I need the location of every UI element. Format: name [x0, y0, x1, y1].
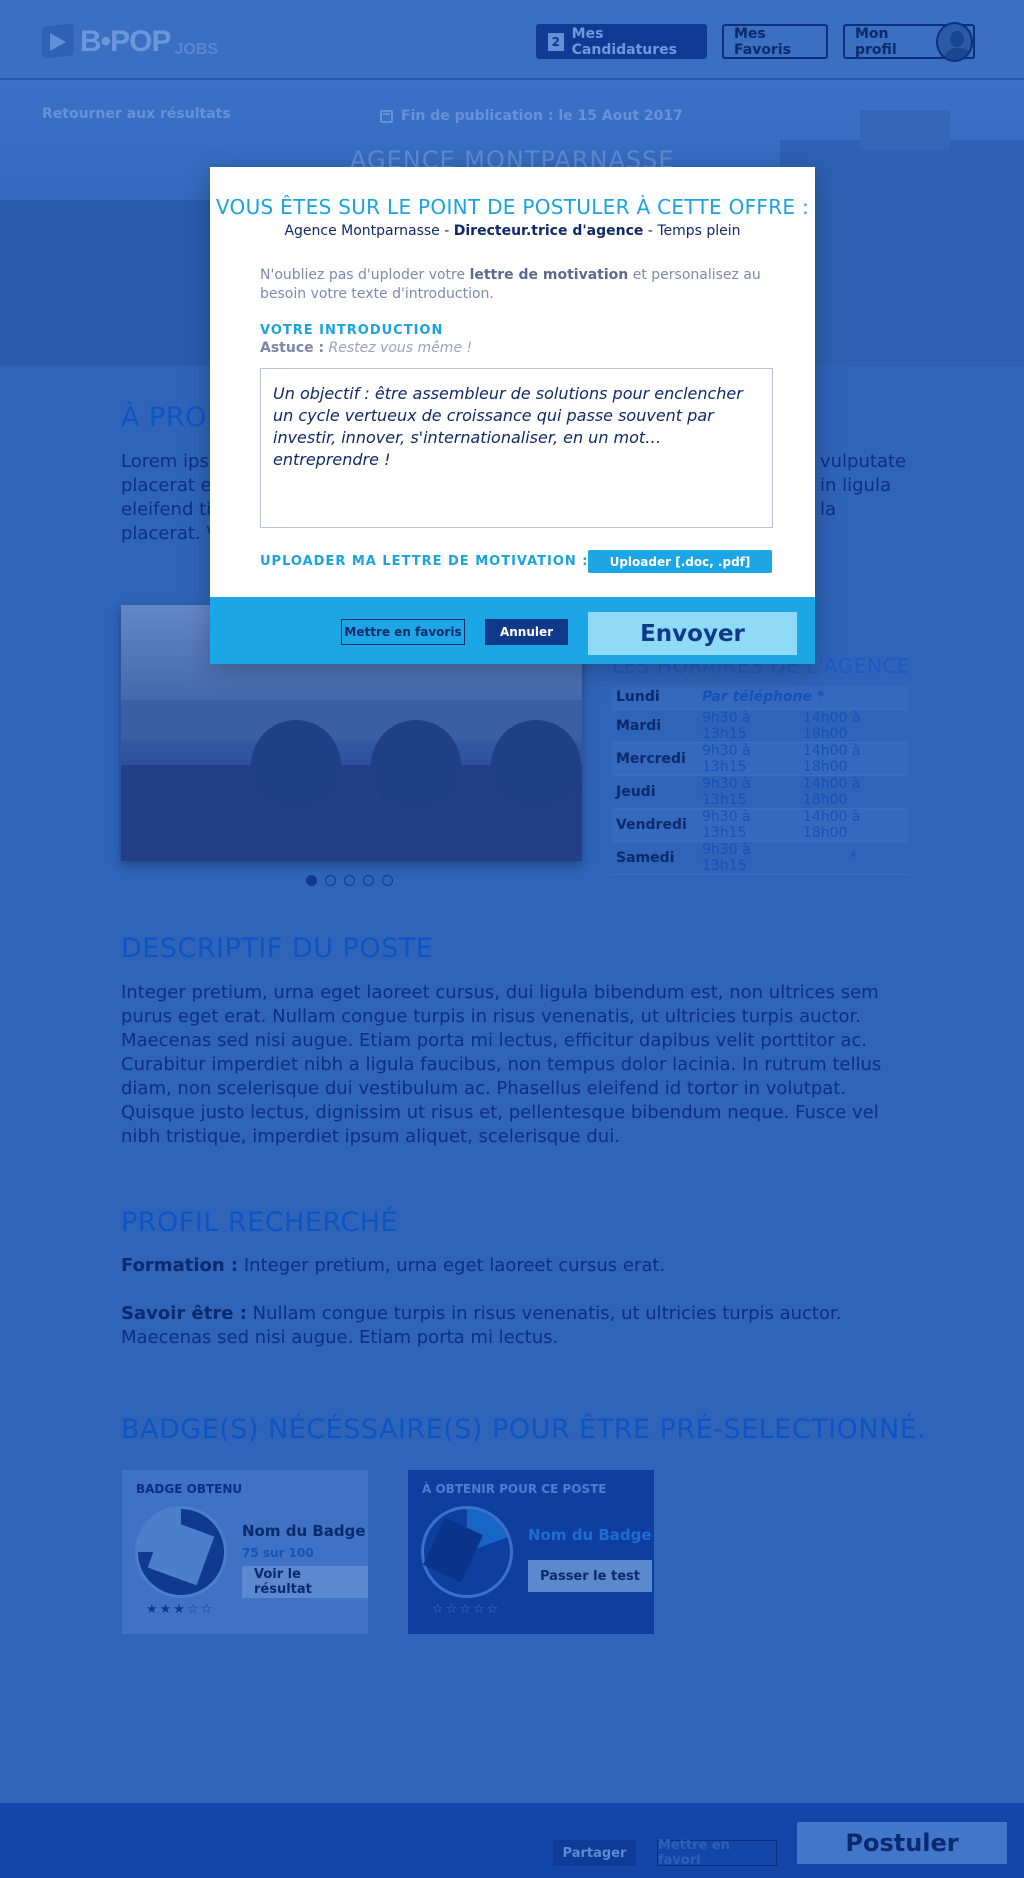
modal-favorite-button[interactable]: Mettre en favoris	[341, 619, 465, 645]
hours-pm: *	[798, 841, 908, 875]
hours-day: Vendredi	[612, 808, 698, 842]
about-text-right: vulputate in ligula la	[820, 451, 907, 520]
carousel-dot[interactable]	[306, 875, 317, 886]
modal-send-button[interactable]: Envoyer	[588, 612, 797, 655]
description-title: DESCRIPTIF DU POSTE	[121, 933, 434, 964]
profil-label: Mon profil	[855, 25, 897, 58]
hours-pm: 14h00 à 18h00	[798, 775, 908, 809]
modal-title: VOUS ÊTES SUR LE POINT DE POSTULER À CET…	[215, 195, 810, 219]
savoir-line: Savoir être : Nullam congue turpis in ri…	[121, 1302, 901, 1350]
offer-separator: -	[439, 223, 454, 239]
table-row: Vendredi 9h30 à 13h15 14h00 à 18h00	[612, 808, 908, 842]
badge-obtained-card: BADGE OBTENU ★★★☆☆ Nom du Badge 75 sur 1…	[122, 1470, 368, 1634]
hours-am: 9h30 à 13h15	[698, 775, 799, 809]
hours-am: 9h30 à 13h15	[698, 709, 799, 743]
candidatures-count-badge: 2	[548, 32, 564, 51]
logo-text: B•POP	[80, 25, 172, 58]
hours-pm: 14h00 à 18h00	[798, 742, 908, 776]
table-row: Jeudi 9h30 à 13h15 14h00 à 18h00	[612, 775, 908, 809]
intro-tip: Astuce : Restez vous même !	[260, 340, 472, 356]
hours-day: Lundi	[612, 686, 698, 710]
offer-separator: -	[643, 223, 658, 239]
description-text: Integer pretium, urna eget laoreet cursu…	[121, 982, 882, 1147]
profile-title: PROFIL RECHERCHÉ	[121, 1207, 399, 1238]
bpop-logo[interactable]: B•POP JOBS	[38, 20, 218, 64]
table-row: Mercredi 9h30 à 13h15 14h00 à 18h00	[612, 742, 908, 776]
hours-day: Mardi	[612, 709, 698, 743]
hours-table: Lundi Par téléphone * Mardi 9h30 à 13h15…	[612, 686, 908, 875]
rating-stars: ☆☆☆☆☆	[432, 1602, 501, 1617]
intro-textarea[interactable]: Un objectif : être assembleur de solutio…	[260, 368, 773, 528]
site-header: B•POP JOBS 2 Mes Candidatures Mes Favori…	[0, 0, 1024, 80]
offer-contract: Temps plein	[657, 223, 741, 239]
carousel-dot[interactable]	[363, 875, 374, 886]
note-before: N'oubliez pas d'uploder votre	[260, 267, 470, 283]
view-result-button[interactable]: Voir le résultat	[242, 1566, 368, 1598]
avatar	[936, 21, 973, 62]
badge-chart-icon	[421, 1506, 513, 1598]
logo-mark-icon	[38, 21, 78, 63]
note-bold: lettre de motivation	[469, 267, 629, 283]
hours-day: Mercredi	[612, 742, 698, 776]
carousel-dot[interactable]	[382, 875, 393, 886]
table-row: Mardi 9h30 à 13h15 14h00 à 18h00	[612, 709, 908, 743]
hours-am: 9h30 à 13h15	[698, 841, 799, 875]
modal-offer-summary: Agence Montparnasse - Directeur.trice d'…	[210, 223, 815, 239]
badge-name: Nom du Badge	[528, 1526, 652, 1544]
formation-label: Formation :	[121, 1255, 239, 1276]
badge-to-obtain-label: À OBTENIR POUR CE POSTE	[422, 1482, 607, 1496]
mon-profil-button[interactable]: Mon profil	[843, 21, 975, 62]
hours-day: Jeudi	[612, 775, 698, 809]
hours-pm: 14h00 à 18h00	[798, 709, 908, 743]
badge-to-obtain-card: À OBTENIR POUR CE POSTE ☆☆☆☆☆ Nom du Bad…	[408, 1470, 654, 1634]
apply-modal: VOUS ÊTES SUR LE POINT DE POSTULER À CET…	[210, 167, 815, 664]
logo-suffix: JOBS	[174, 41, 219, 58]
apply-button[interactable]: Postuler	[797, 1822, 1007, 1864]
modal-note: N'oubliez pas d'uploder votre lettre de …	[260, 266, 780, 304]
savoir-label: Savoir être :	[121, 1303, 247, 1324]
intro-section-title: VOTRE INTRODUCTION	[260, 323, 444, 338]
offer-agency: Agence Montparnasse	[284, 223, 440, 239]
favorite-button[interactable]: Mettre en favori	[657, 1838, 777, 1868]
mes-favoris-button[interactable]: Mes Favoris	[722, 24, 828, 59]
badge-chart-icon	[135, 1506, 227, 1598]
tip-text: Restez vous même !	[328, 340, 473, 356]
mes-candidatures-button[interactable]: 2 Mes Candidatures	[536, 24, 707, 59]
table-row: Samedi 9h30 à 13h15 *	[612, 841, 908, 875]
hours-am: 9h30 à 13h15	[698, 742, 799, 776]
carousel-dots	[306, 875, 393, 886]
candidatures-label: Mes Candidatures	[571, 25, 678, 58]
upload-label: UPLOADER MA LETTRE DE MOTIVATION :	[260, 554, 589, 569]
take-test-button[interactable]: Passer le test	[528, 1560, 652, 1592]
formation-line: Formation : Integer pretium, urna eget l…	[121, 1254, 901, 1278]
carousel-dot[interactable]	[325, 875, 336, 886]
hours-day: Samedi	[612, 841, 698, 875]
favoris-label: Mes Favoris	[734, 25, 791, 58]
upload-button[interactable]: Uploader [.doc, .pdf]	[588, 550, 772, 573]
publication-date: Fin de publication : le 15 Aout 2017	[380, 108, 683, 124]
badge-score: 75 sur 100	[242, 1546, 314, 1560]
badges-title: BADGE(S) NÉCÉSSAIRE(S) POUR ÊTRE PRÉ-SEL…	[121, 1414, 927, 1445]
badge-name: Nom du Badge	[242, 1522, 366, 1540]
badge-obtained-label: BADGE OBTENU	[136, 1482, 243, 1496]
table-row: Lundi Par téléphone *	[612, 686, 908, 710]
publication-text: Fin de publication : le 15 Aout 2017	[401, 108, 683, 124]
share-button[interactable]: Partager	[553, 1840, 636, 1866]
rating-stars: ★★★☆☆	[146, 1602, 215, 1617]
modal-cancel-button[interactable]: Annuler	[485, 619, 568, 645]
carousel-dot[interactable]	[344, 875, 355, 886]
hours-am: 9h30 à 13h15	[698, 808, 799, 842]
hours-pm: 14h00 à 18h00	[798, 808, 908, 842]
hours-am: Par téléphone *	[698, 686, 908, 710]
back-to-results-link[interactable]: Retourner aux résultats	[42, 106, 231, 122]
sticky-footer: Partager Mettre en favori Postuler	[0, 1803, 1024, 1878]
tip-label: Astuce :	[260, 340, 325, 356]
formation-text: Integer pretium, urna eget laoreet cursu…	[243, 1255, 666, 1276]
offer-job: Directeur.trice d'agence	[453, 223, 644, 239]
calendar-icon	[380, 109, 393, 123]
modal-action-bar: Mettre en favoris Annuler Envoyer	[210, 597, 815, 664]
